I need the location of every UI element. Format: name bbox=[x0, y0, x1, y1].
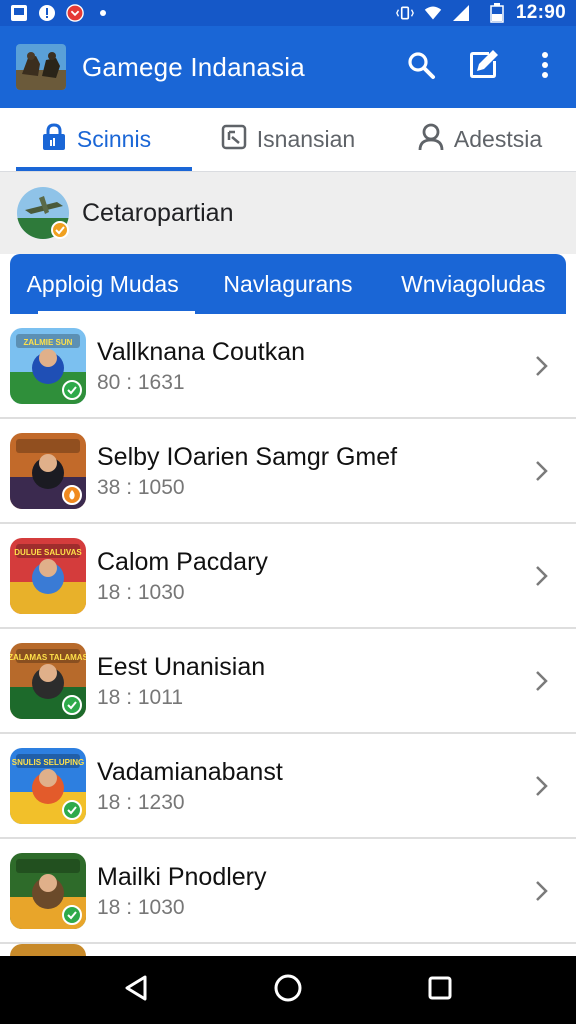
tab-label: Scinnis bbox=[76, 126, 152, 152]
verified-badge-icon bbox=[62, 799, 82, 820]
list-item[interactable]: DULUE SALUVAS Calom Pacdary 18 : 1030 bbox=[0, 524, 576, 629]
game-thumbnail: ZALAMAS TALAMAS bbox=[10, 642, 86, 719]
subtab-apploig-mudas[interactable]: Apploig Mudas bbox=[10, 254, 196, 314]
app-logo bbox=[16, 44, 66, 90]
item-subtitle: 18 : 1011 bbox=[97, 685, 184, 709]
navigation-bar bbox=[0, 956, 576, 1024]
item-subtitle: 18 : 1030 bbox=[97, 580, 185, 604]
chevron-right-icon bbox=[522, 459, 562, 483]
sub-tabs: Apploig Mudas Navlagurans Wnviagoludas bbox=[10, 254, 566, 314]
more-vert-icon bbox=[540, 51, 550, 84]
home-button[interactable] bbox=[263, 965, 313, 1015]
tab-adestsia[interactable]: Adestsia bbox=[384, 108, 576, 171]
list-item[interactable]: Mailki Pnodlery 18 : 1030 bbox=[0, 839, 576, 944]
section-title: Cetaropartian bbox=[82, 198, 234, 227]
verified-badge-icon bbox=[62, 904, 82, 925]
game-list: ZALMIE SUN Vallknanа Coutkan 80 : 1631 Selb… bbox=[0, 314, 576, 956]
verified-badge-icon bbox=[62, 379, 82, 400]
photo-icon bbox=[10, 4, 28, 22]
back-button[interactable] bbox=[111, 965, 161, 1015]
search-button[interactable] bbox=[404, 50, 438, 84]
person-icon bbox=[418, 123, 444, 157]
vibrate-icon bbox=[395, 4, 414, 22]
recents-button[interactable] bbox=[415, 965, 465, 1015]
item-title: Eest Unanisian bbox=[97, 652, 266, 681]
compose-button[interactable] bbox=[466, 49, 500, 86]
item-title: Mailki Pnodlery bbox=[97, 862, 267, 891]
app-bar: Gamege Indanasia bbox=[0, 26, 576, 108]
list-item[interactable]: ZALAMAS TALAMAS Eest Unanisian 18 : 1011 bbox=[0, 629, 576, 734]
item-title: Calom Pacdary bbox=[97, 547, 268, 576]
item-subtitle: 18 : 1230 bbox=[97, 790, 185, 814]
lock-icon bbox=[41, 122, 67, 157]
search-icon bbox=[406, 50, 436, 85]
item-subtitle: 18 : 1030 bbox=[97, 895, 185, 919]
status-time: 12:90 bbox=[515, 2, 566, 23]
tab-label: Isnansian bbox=[256, 126, 356, 152]
thumb-logo-text: SNULIS SELUPING bbox=[12, 758, 84, 767]
list-item[interactable]: Selby IOarien Samgr Gmef 38 : 1050 bbox=[0, 419, 576, 524]
dot-icon bbox=[94, 4, 112, 22]
section-header: Cetaropartian bbox=[0, 172, 576, 254]
list-item[interactable]: ZALMIE SUN Vallknanа Coutkan 80 : 1631 bbox=[0, 314, 576, 419]
chevron-right-icon bbox=[522, 354, 562, 378]
thumb-logo-text: ZALMIE SUN bbox=[24, 338, 73, 347]
game-thumbnail: ZALMIE SUN bbox=[10, 327, 86, 404]
notification-app-icon bbox=[66, 4, 84, 22]
item-title: Vallknanа Coutkan bbox=[97, 337, 306, 366]
top-tabs: Scinnis Isnansian Adestsia bbox=[0, 108, 576, 172]
tab-scinnis[interactable]: Scinnis bbox=[0, 108, 192, 171]
list-item[interactable]: SNULIS SELUPING Vadamianabanst 18 : 1230 bbox=[0, 734, 576, 839]
thumb-logo-text: ZALAMAS TALAMAS bbox=[10, 653, 86, 662]
game-thumbnail: SNULIS SELUPING bbox=[10, 747, 86, 824]
back-icon bbox=[123, 974, 149, 1007]
chevron-right-icon bbox=[522, 564, 562, 588]
more-options-button[interactable] bbox=[528, 50, 562, 84]
tab-isnansian[interactable]: Isnansian bbox=[192, 108, 384, 171]
alert-icon bbox=[38, 4, 56, 22]
item-title: Selby IOarien Samgr Gmef bbox=[97, 442, 398, 471]
verified-badge-icon bbox=[62, 694, 82, 715]
battery-icon bbox=[488, 3, 506, 23]
chevron-right-icon bbox=[522, 774, 562, 798]
fire-badge-icon bbox=[62, 484, 82, 505]
item-subtitle: 38 : 1050 bbox=[97, 475, 185, 499]
game-thumbnail bbox=[10, 852, 86, 929]
chevron-right-icon bbox=[522, 669, 562, 693]
avatar[interactable] bbox=[17, 184, 70, 242]
home-icon bbox=[273, 973, 303, 1008]
signal-icon bbox=[452, 4, 470, 22]
square-icon bbox=[221, 124, 247, 156]
status-bar: 12:90 bbox=[0, 0, 576, 26]
item-title: Vadamianabanst bbox=[97, 757, 283, 786]
game-thumbnail bbox=[10, 432, 86, 509]
recents-icon bbox=[427, 975, 453, 1006]
list-item-partial bbox=[0, 944, 576, 956]
wifi-icon bbox=[424, 4, 442, 22]
chevron-right-icon bbox=[522, 879, 562, 903]
subtab-wnviagoludas[interactable]: Wnviagoludas bbox=[381, 254, 566, 314]
thumb-logo-text: DULUE SALUVAS bbox=[14, 548, 82, 557]
app-title: Gamege Indanasia bbox=[82, 51, 305, 82]
subtab-navlagurans[interactable]: Navlagurans bbox=[195, 254, 380, 314]
compose-icon bbox=[467, 49, 499, 86]
item-subtitle: 80 : 1631 bbox=[97, 370, 185, 394]
tab-label: Adestsia bbox=[453, 126, 543, 152]
game-thumbnail: DULUE SALUVAS bbox=[10, 537, 86, 614]
